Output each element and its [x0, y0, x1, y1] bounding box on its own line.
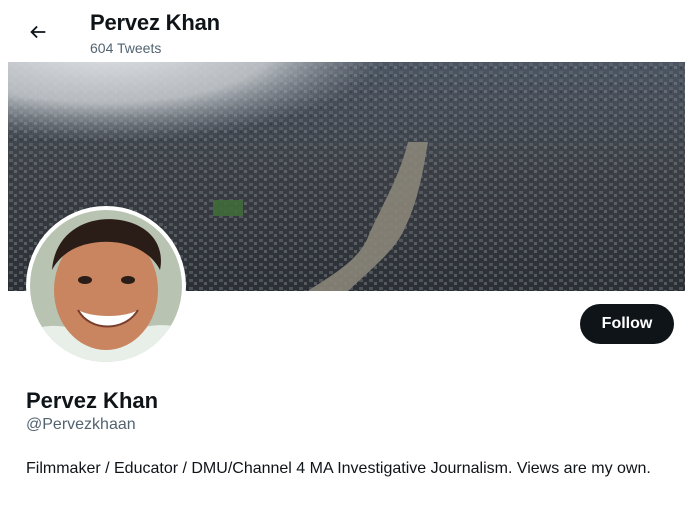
profile-avatar[interactable]	[26, 206, 186, 366]
back-button[interactable]	[20, 14, 56, 50]
arrow-left-icon	[30, 25, 46, 39]
profile-bio: Filmmaker / Educator / DMU/Channel 4 MA …	[26, 460, 651, 477]
profile-display-name: Pervez Khan	[26, 388, 159, 413]
follow-button[interactable]: Follow	[580, 304, 674, 344]
profile-header: Pervez Khan 604 Tweets	[0, 0, 685, 62]
header-title: Pervez Khan	[90, 10, 220, 35]
tweet-count: 604 Tweets	[90, 40, 162, 56]
profile-handle: @Pervezkhaan	[26, 416, 136, 433]
